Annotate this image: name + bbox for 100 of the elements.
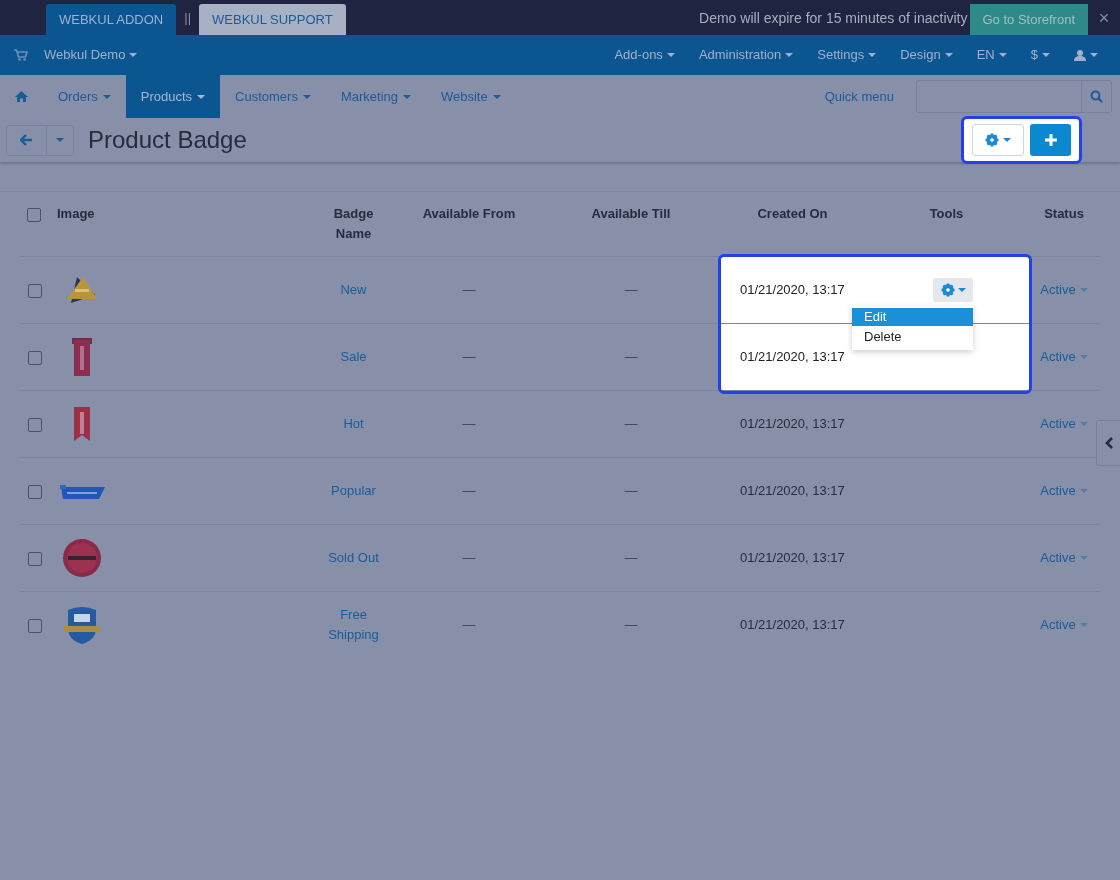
- caret-icon: [1079, 355, 1088, 359]
- table-cell: —: [624, 416, 638, 431]
- menu-tab[interactable]: Products: [125, 75, 221, 118]
- table-cell-text: 01/21/2020, 13:17: [739, 550, 845, 565]
- column-header: Available Till: [591, 206, 671, 221]
- badge-name-link[interactable]: Hot: [343, 414, 364, 434]
- tools-button[interactable]: [933, 277, 973, 302]
- table-cell: —: [624, 349, 638, 364]
- column-header: Tools: [929, 206, 964, 221]
- row-checkbox[interactable]: [28, 618, 42, 633]
- caret-icon: [102, 94, 111, 99]
- table-cell: —: [624, 550, 638, 565]
- status-dropdown[interactable]: Active: [1040, 615, 1088, 636]
- row-checkbox[interactable]: [28, 551, 42, 566]
- caret-icon: [1079, 556, 1088, 560]
- badge-name-link[interactable]: New: [340, 280, 367, 300]
- caret-icon: [56, 138, 64, 142]
- settings-dropdown[interactable]: [972, 124, 1024, 156]
- tab-button[interactable]: WEBKUL SUPPORT: [199, 4, 346, 35]
- table-cell-text: 01/21/2020, 13:17: [739, 416, 845, 431]
- row-checkbox[interactable]: [28, 283, 42, 298]
- table-cell-text: 01/21/2020, 13:17: [739, 282, 845, 297]
- demo-notice: Demo will expire for 15 minutes of inactivity: [699, 9, 968, 28]
- table-cell-text: 01/21/2020, 13:17: [739, 483, 845, 498]
- row-checkbox[interactable]: [28, 417, 42, 432]
- caret-icon: [785, 53, 794, 57]
- separator-text: ||: [184, 9, 192, 27]
- status-dropdown[interactable]: Active: [1040, 548, 1088, 568]
- menu-item[interactable]: Delete: [852, 327, 973, 346]
- select-all-checkbox[interactable]: [27, 207, 41, 222]
- caret-icon: [129, 53, 138, 57]
- column-header: Created On: [757, 206, 828, 221]
- table-cell: —: [462, 483, 476, 498]
- row-checkbox[interactable]: [28, 484, 42, 499]
- caret-icon: [302, 94, 311, 99]
- caret-icon: [957, 287, 966, 292]
- user-menu[interactable]: [1074, 49, 1098, 61]
- caret-icon: [1079, 288, 1088, 292]
- caret-icon: [197, 94, 206, 99]
- table-cell: —: [462, 617, 476, 633]
- menu-item[interactable]: Edit: [852, 307, 973, 326]
- caret-icon: [1042, 53, 1050, 57]
- store-menu[interactable]: Webkul Demo: [44, 45, 138, 65]
- admin-menu-item[interactable]: EN: [976, 45, 1007, 65]
- status-dropdown[interactable]: Active: [1040, 347, 1088, 367]
- status-dropdown[interactable]: Active: [1040, 481, 1088, 501]
- table-cell: —: [462, 349, 476, 364]
- gear-icon: [940, 282, 955, 297]
- caret-icon: [998, 53, 1007, 57]
- page-title: Product Badge: [88, 125, 247, 155]
- menu-tab[interactable]: Website: [426, 75, 516, 118]
- badge-name-link[interactable]: Sold Out: [328, 548, 379, 568]
- table-cell-text: 01/21/2020, 13:17: [739, 349, 845, 364]
- status-dropdown[interactable]: Active: [1040, 280, 1088, 300]
- column-header: Image: [57, 206, 95, 221]
- caret-icon: [492, 94, 501, 99]
- admin-menu-item[interactable]: Design: [900, 45, 953, 65]
- search-icon: [1090, 90, 1103, 103]
- badge-name-link[interactable]: Popular: [331, 481, 376, 501]
- menu-tab[interactable]: Customers: [220, 75, 326, 118]
- table-cell: —: [462, 550, 476, 565]
- column-header: Badge Name: [332, 205, 375, 243]
- menu-tab[interactable]: Orders: [43, 75, 126, 118]
- table-cell: —: [462, 282, 476, 297]
- tab-button[interactable]: WEBKUL ADDON: [46, 4, 177, 35]
- badge-name-link[interactable]: Sale: [340, 347, 367, 367]
- caret-icon: [1079, 623, 1088, 628]
- arrow-left-icon: [20, 134, 33, 146]
- caret-icon: [666, 53, 675, 57]
- admin-menu-item[interactable]: Administration: [698, 45, 794, 65]
- admin-menu-item[interactable]: Add-ons: [614, 45, 675, 65]
- cart-icon: [14, 49, 28, 61]
- table-cell: —: [624, 282, 638, 297]
- chevron-left-icon: [1103, 437, 1114, 449]
- table-cell-text: 01/21/2020, 13:17: [739, 617, 845, 633]
- user-icon: [1074, 49, 1086, 61]
- admin-menu-item[interactable]: Settings: [817, 45, 877, 65]
- row-checkbox[interactable]: [28, 350, 42, 365]
- add-button[interactable]: [1030, 124, 1071, 156]
- table-cell: —: [624, 617, 638, 633]
- column-header: Status: [1044, 206, 1084, 221]
- plus-icon: [1044, 134, 1057, 146]
- search-field[interactable]: [916, 80, 1112, 113]
- menu-tab[interactable]: Marketing: [325, 75, 426, 118]
- caret-icon: [1090, 53, 1098, 57]
- caret-icon: [1079, 422, 1088, 426]
- storefront-button[interactable]: Go to Storefront: [969, 4, 1088, 35]
- caret-icon: [868, 53, 877, 57]
- gear-icon: [985, 133, 999, 147]
- caret-icon: [1003, 138, 1011, 142]
- table-cell: —: [462, 416, 476, 431]
- caret-icon: [403, 94, 411, 99]
- badge-name-link[interactable]: Free Shipping: [317, 605, 390, 646]
- collapse-tab[interactable]: [1096, 420, 1120, 466]
- caret-icon: [944, 53, 953, 57]
- caret-icon: [1079, 489, 1088, 493]
- close-button[interactable]: ×: [1088, 4, 1120, 33]
- admin-menu-item[interactable]: $: [1030, 45, 1050, 65]
- status-dropdown[interactable]: Active: [1040, 414, 1088, 434]
- quick-menu-link[interactable]: Quick menu: [824, 86, 894, 107]
